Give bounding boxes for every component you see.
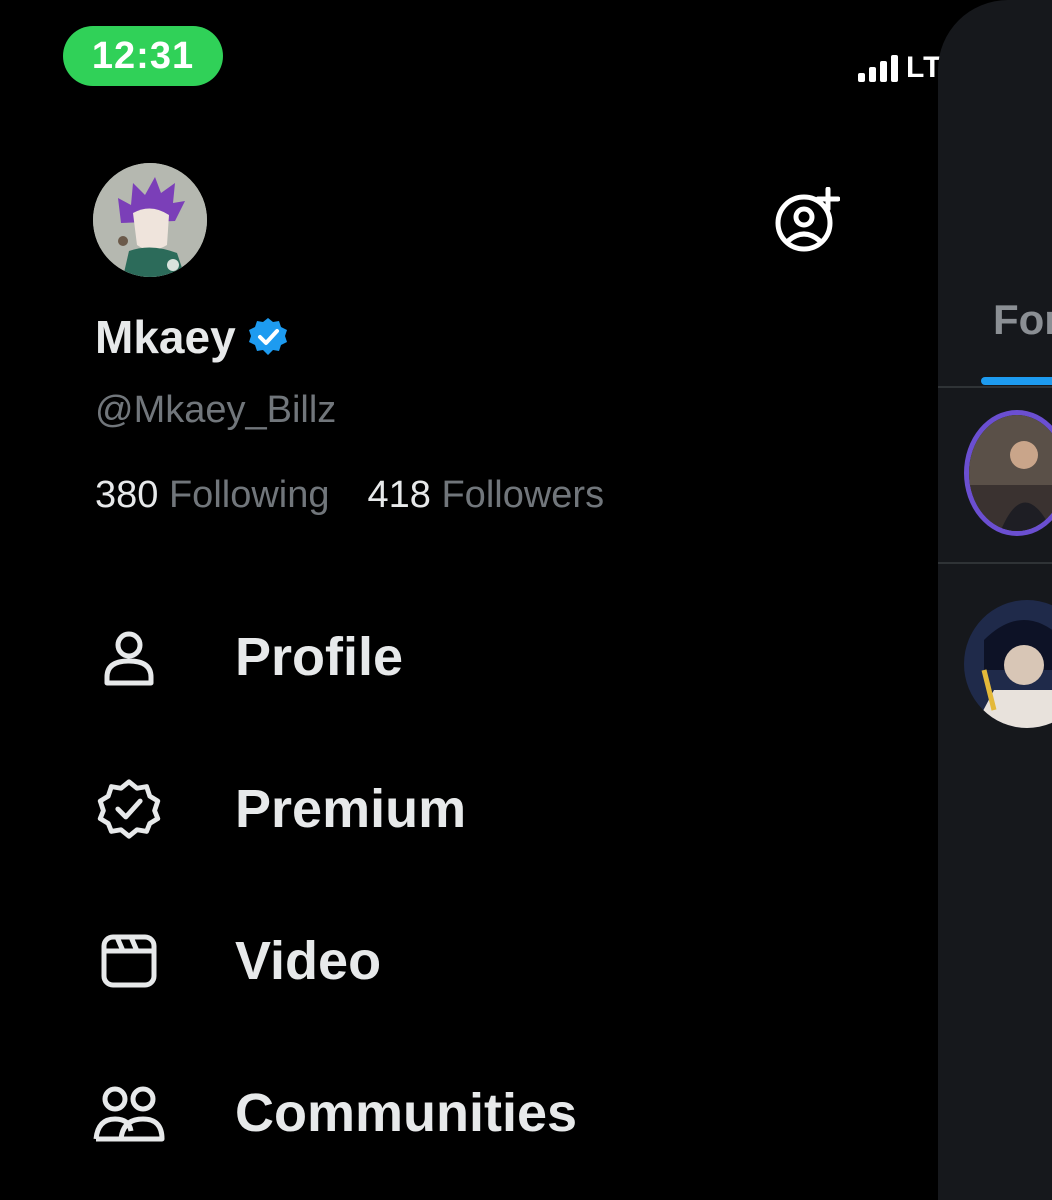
following-label: Following bbox=[168, 474, 330, 516]
menu-item-premium[interactable]: Premium bbox=[92, 769, 892, 849]
person-icon bbox=[92, 620, 166, 694]
profile-name-row[interactable]: Mkaey bbox=[95, 310, 288, 364]
menu-item-communities[interactable]: Communities bbox=[92, 1073, 892, 1153]
avatar-image bbox=[969, 415, 1052, 531]
following-count: 380 bbox=[95, 474, 159, 516]
tab-for-you[interactable]: For bbox=[993, 296, 1052, 344]
followers-label: Followers bbox=[441, 474, 605, 516]
profile-handle[interactable]: @Mkaey_Billz bbox=[95, 389, 336, 432]
post-author-avatar[interactable] bbox=[964, 410, 1052, 536]
followers-count: 418 bbox=[367, 474, 431, 516]
avatar[interactable] bbox=[93, 163, 207, 277]
navigation-drawer: Mkaey @Mkaey_Billz 380 Following 418 Fol… bbox=[0, 0, 938, 1200]
menu-item-label: Profile bbox=[235, 627, 404, 687]
communities-icon bbox=[92, 1076, 166, 1150]
video-icon bbox=[92, 924, 166, 998]
avatar-image bbox=[964, 600, 1052, 728]
following-link[interactable]: 380 Following bbox=[95, 474, 330, 517]
verified-badge-icon bbox=[248, 318, 287, 355]
background-feed-panel[interactable]: For bbox=[938, 0, 1052, 1200]
menu-item-label: Premium bbox=[235, 779, 467, 839]
follow-counts: 380 Following 418 Followers bbox=[95, 474, 604, 517]
menu-item-label: Communities bbox=[235, 1083, 578, 1143]
avatar-image bbox=[93, 163, 207, 277]
followers-link[interactable]: 418 Followers bbox=[368, 474, 605, 517]
divider bbox=[938, 386, 1052, 388]
menu-item-video[interactable]: Video bbox=[92, 921, 892, 1001]
post-author-avatar[interactable] bbox=[964, 600, 1052, 728]
display-name[interactable]: Mkaey bbox=[95, 310, 236, 364]
divider bbox=[938, 562, 1052, 564]
menu-item-profile[interactable]: Profile bbox=[92, 617, 892, 697]
active-tab-indicator bbox=[981, 377, 1052, 385]
add-account-icon[interactable] bbox=[774, 186, 841, 253]
menu-item-label: Video bbox=[235, 931, 382, 991]
verified-badge-icon bbox=[92, 772, 166, 846]
